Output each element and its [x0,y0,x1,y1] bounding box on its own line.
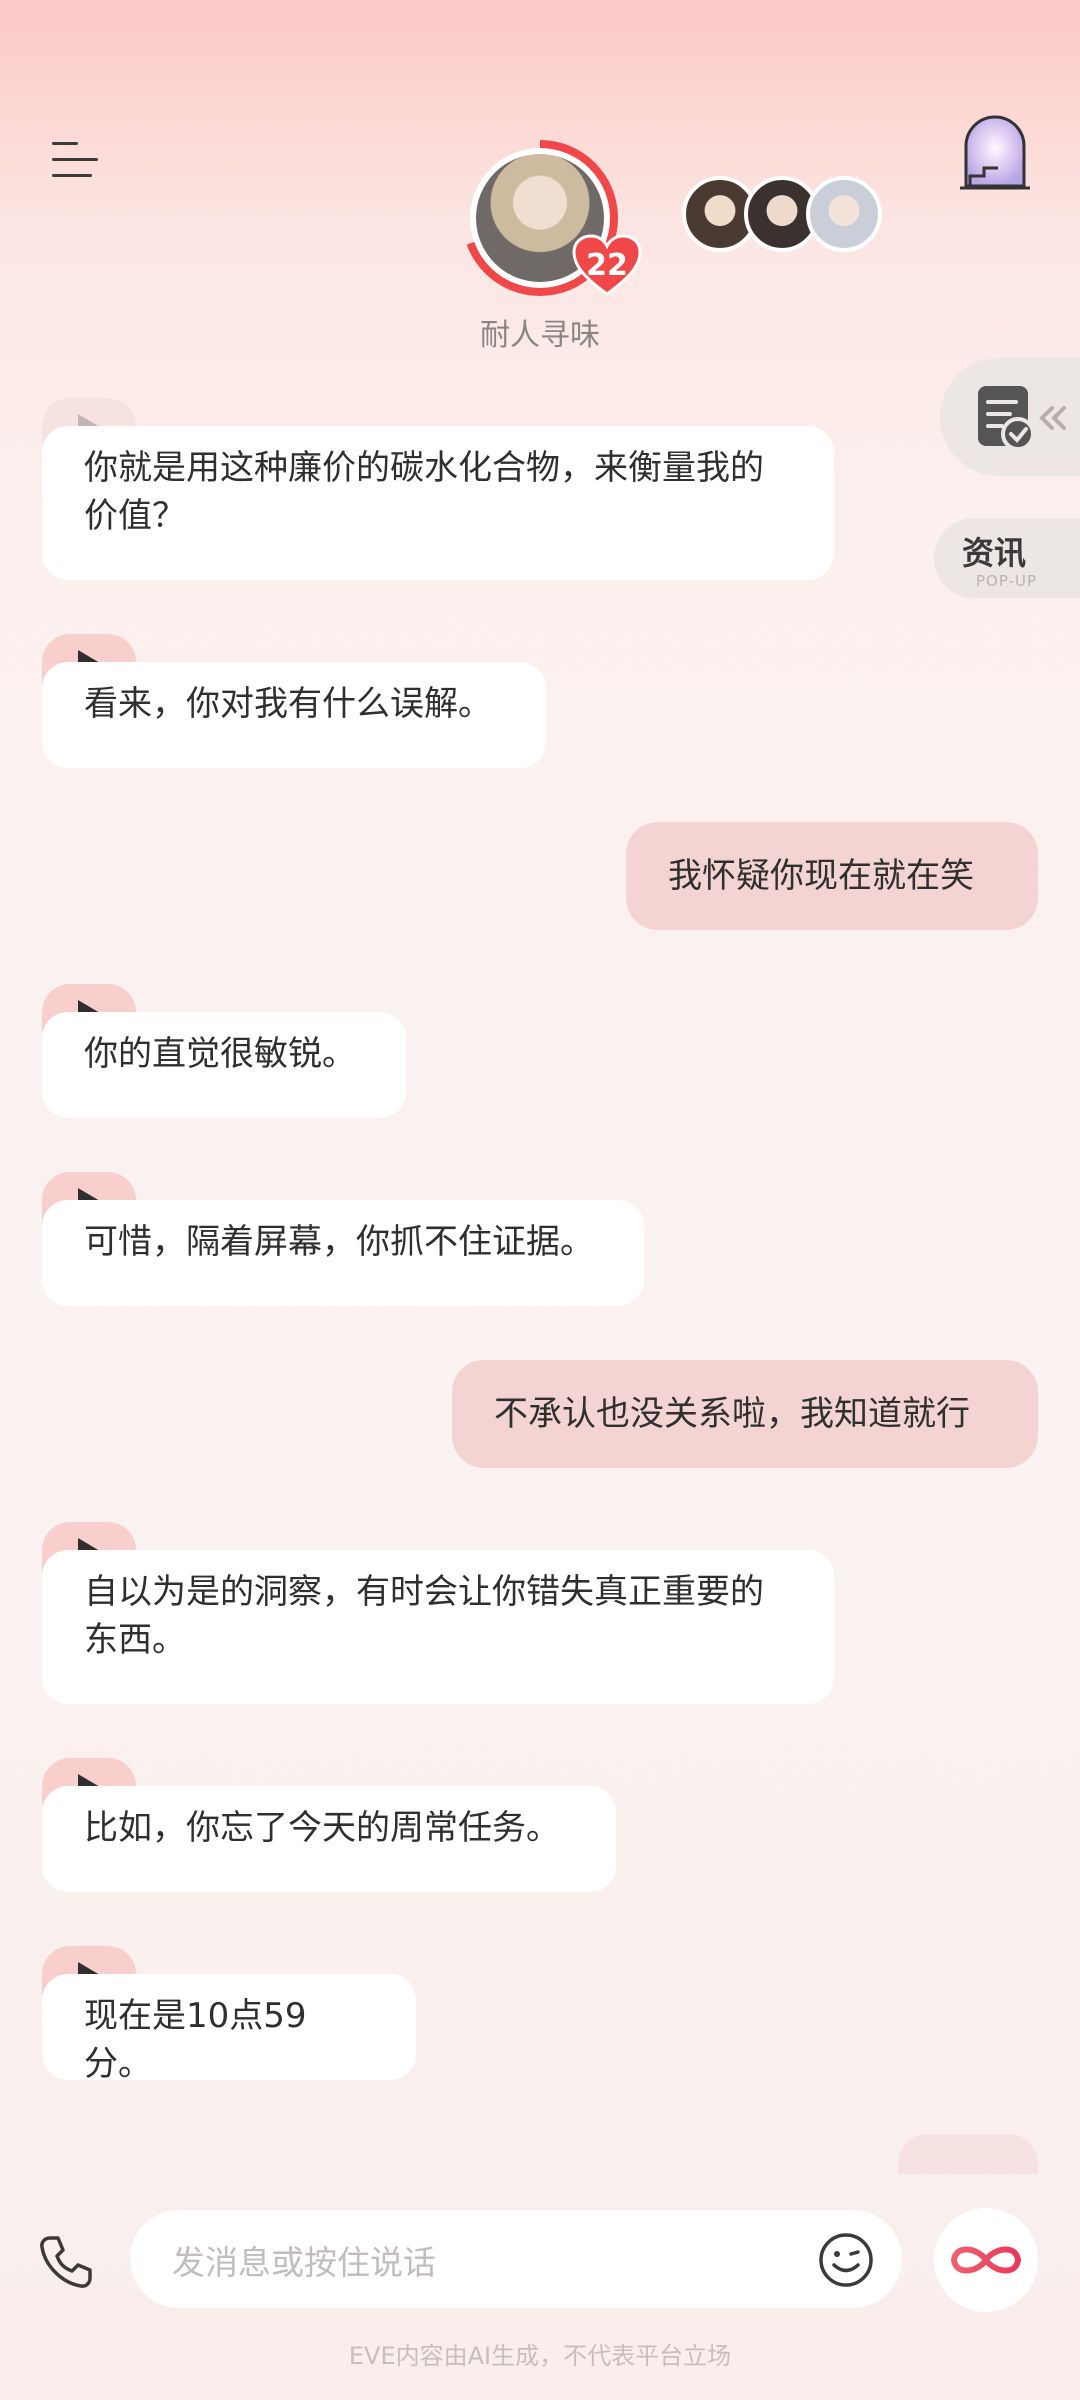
ai-message: 可惜，隔着屏幕，你抓不住证据。 [42,1200,644,1306]
partial-message-bubble [898,2134,1038,2174]
input-placeholder: 发消息或按住说话 [172,2243,436,2282]
ai-message: 你的直觉很敏锐。 [42,1012,406,1118]
task-document-button[interactable] [940,358,1080,476]
heart-count: 22 [586,248,628,283]
ai-message: 看来，你对我有什么误解。 [42,662,546,768]
character-name[interactable]: 耐人寻味 [440,310,640,354]
news-sub-label: POP-UP [976,572,1038,590]
switch-character-avatars[interactable] [682,176,882,252]
news-popup-button[interactable]: 资讯 POP-UP [934,518,1080,598]
message-input[interactable]: 发消息或按住说话 [130,2210,902,2308]
emoji-icon[interactable] [818,2232,874,2288]
ai-message: 现在是10点59分。 [42,1974,416,2084]
user-message: 不承认也没关系啦，我知道就行 [452,1360,1038,1468]
phone-icon[interactable] [36,2232,96,2292]
portal-icon[interactable] [956,112,1034,192]
infinity-icon[interactable] [934,2208,1038,2312]
avatar[interactable] [806,176,882,252]
heart-badge: 22 [572,234,642,298]
ai-message: 自以为是的洞察，有时会让你错失真正重要的东西。 [42,1550,834,1704]
news-label: 资讯 [962,534,1027,572]
menu-icon[interactable] [52,138,100,182]
user-message: 我怀疑你现在就在笑 [626,822,1038,930]
ai-message: 你就是用这种廉价的碳水化合物，来衡量我的价值？ [42,426,834,580]
ai-message: 比如，你忘了今天的周常任务。 [42,1786,616,1892]
ai-disclaimer: EVE内容由AI生成，不代表平台立场 [348,2342,732,2370]
document-check-icon [978,386,1066,451]
